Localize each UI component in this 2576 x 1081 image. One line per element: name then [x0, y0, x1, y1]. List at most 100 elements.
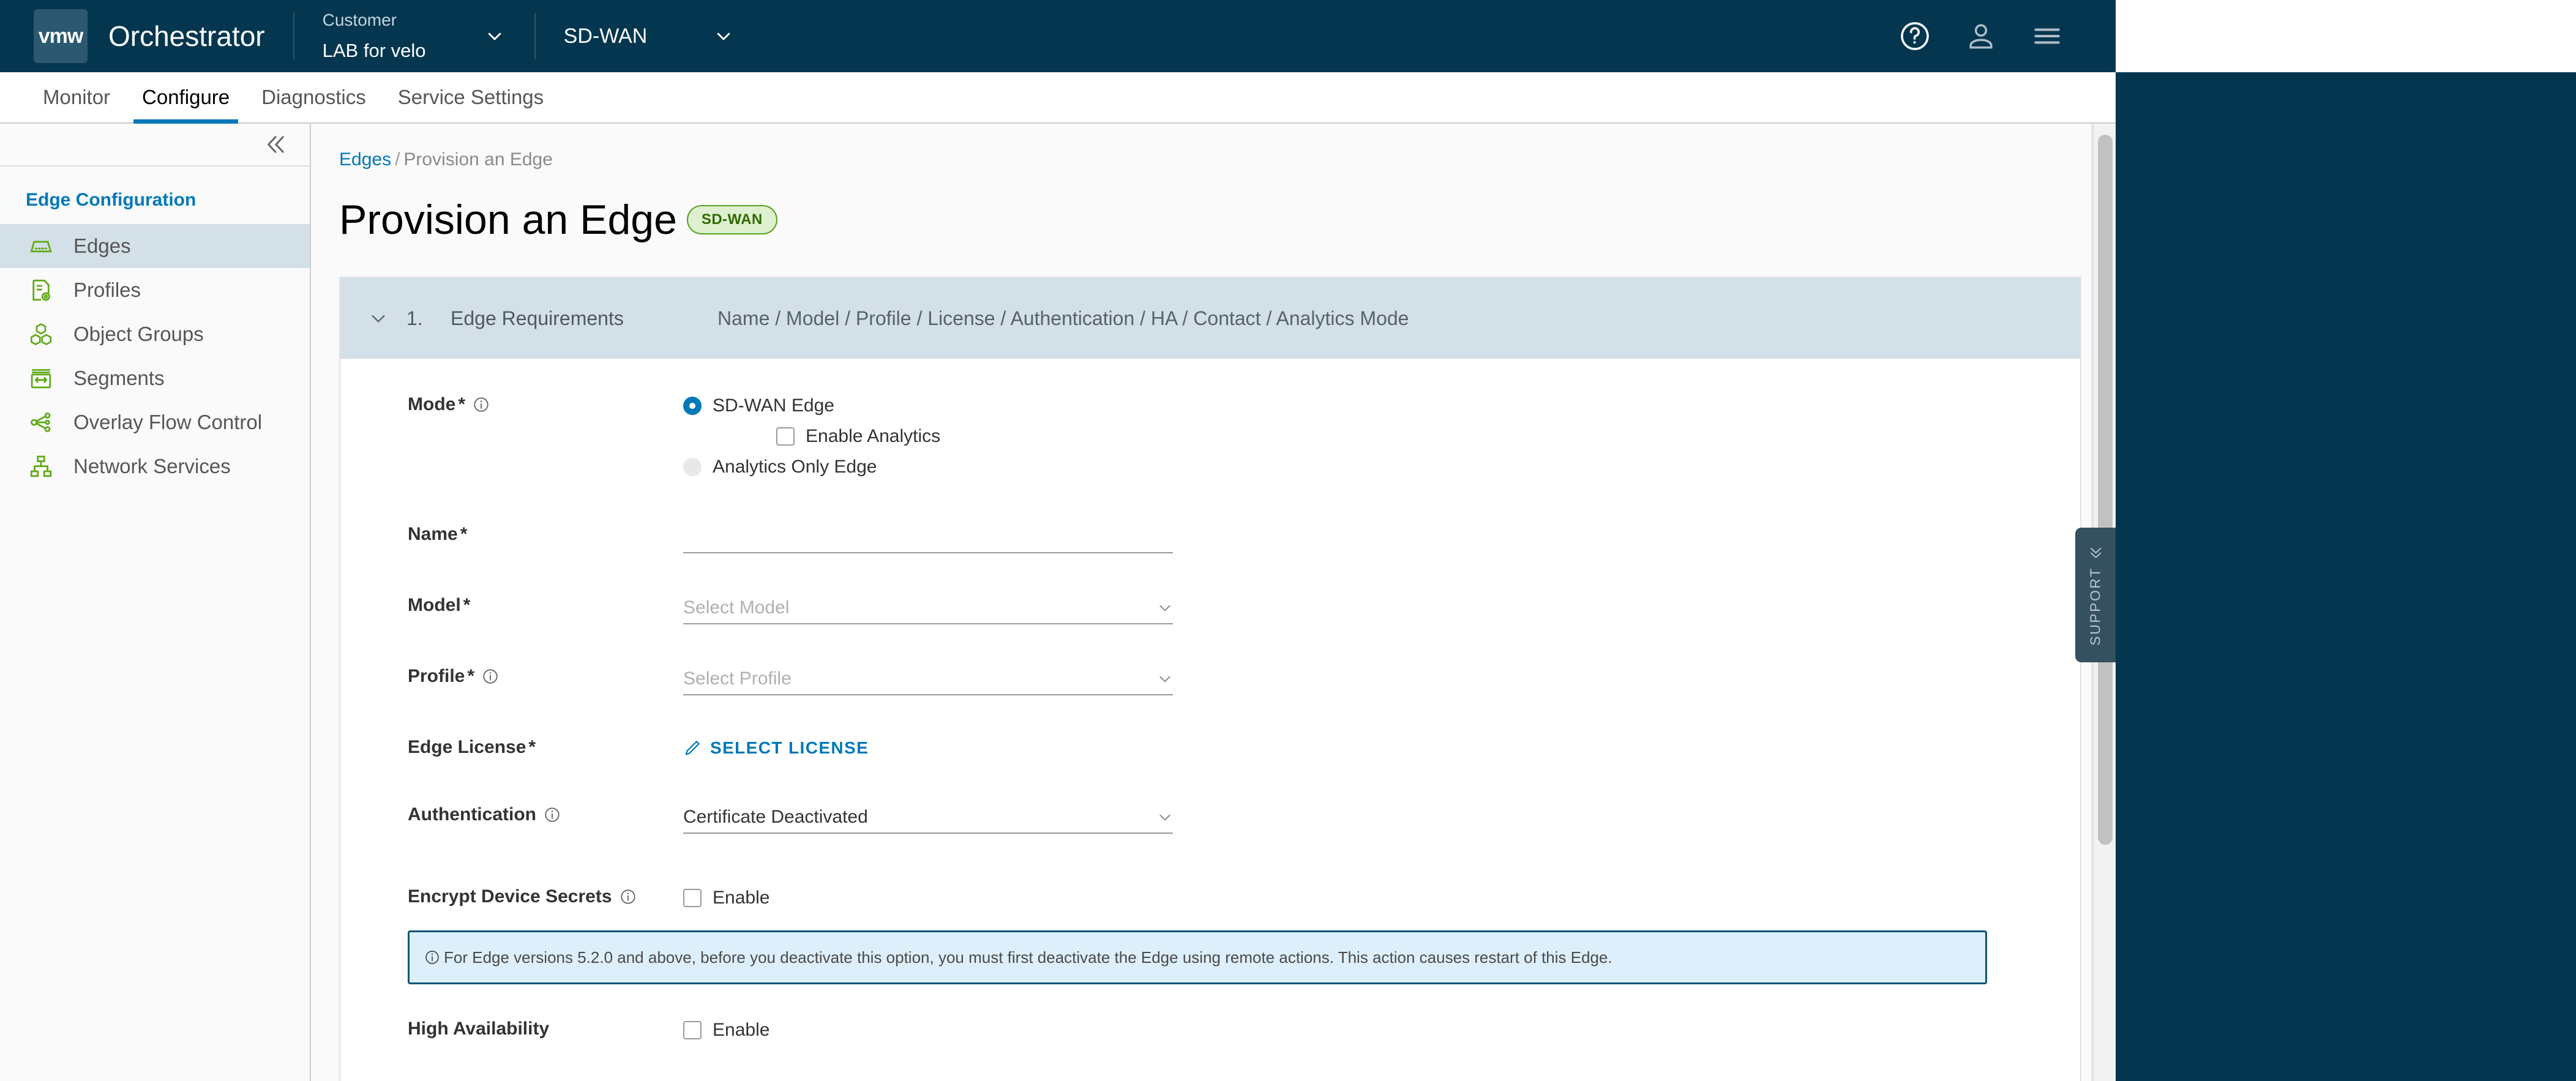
- model-select[interactable]: Select Model: [683, 591, 1173, 624]
- tab-monitor[interactable]: Monitor: [27, 72, 126, 122]
- tab-configure-label: Configure: [142, 86, 230, 108]
- desktop-background-right: [2116, 72, 2576, 1081]
- left-sidebar: Edge Configuration Edges Profiles Object…: [0, 124, 311, 1081]
- section-header[interactable]: 1. Edge Requirements Name / Model / Prof…: [340, 278, 2080, 359]
- sidebar-item-label: Edges: [73, 234, 131, 257]
- radio-sdwan-edge-label: SD-WAN Edge: [713, 395, 834, 416]
- browser-window: vmw Orchestrator Customer LAB for velo S…: [0, 0, 2116, 1081]
- field-row-encrypt-device-secrets: Encrypt Device Secrets Enable: [340, 883, 2080, 913]
- field-row-name: Name *: [340, 520, 2080, 553]
- info-circle-icon[interactable]: [473, 396, 490, 413]
- header-actions: [1882, 0, 2116, 72]
- authentication-label-text: Authentication: [408, 804, 536, 825]
- sidebar-item-segments[interactable]: Segments: [0, 356, 310, 400]
- model-label: Model *: [408, 591, 683, 616]
- main-content: Edges / Provision an Edge Provision an Edg…: [311, 124, 2116, 1081]
- sidebar-item-label: Segments: [73, 367, 165, 389]
- tab-configure[interactable]: Configure: [126, 72, 245, 124]
- sidebar-title: Edge Configuration: [26, 190, 197, 210]
- breadcrumb-separator: /: [395, 149, 400, 170]
- tab-diagnostics-label: Diagnostics: [261, 86, 366, 108]
- chevron-down-icon: [1157, 809, 1173, 828]
- authentication-select[interactable]: Certificate Deactivated: [683, 801, 1173, 834]
- info-alert: For Edge versions 5.2.0 and above, befor…: [408, 930, 1987, 984]
- sidebar-item-edges[interactable]: Edges: [0, 224, 310, 268]
- section-body: Mode * SD-WAN Edge Enable Analytics Anal…: [340, 359, 2080, 1081]
- checkbox-high-availability-control[interactable]: [683, 1021, 702, 1039]
- edge-requirements-card: 1. Edge Requirements Name / Model / Prof…: [339, 277, 2081, 1081]
- chevron-down-icon: [1157, 600, 1173, 618]
- name-input[interactable]: [683, 520, 1173, 553]
- model-select-value: Select Model: [683, 597, 790, 618]
- radio-analytics-only-edge[interactable]: Analytics Only Edge: [683, 452, 2080, 482]
- main-nav-tabs: Monitor Configure Diagnostics Service Se…: [0, 72, 2116, 124]
- authentication-label: Authentication: [408, 801, 683, 825]
- select-license-button[interactable]: SELECT LICENSE: [683, 733, 2080, 763]
- brand-block: vmw Orchestrator: [34, 9, 265, 63]
- sidebar-item-object-groups[interactable]: Object Groups: [0, 312, 310, 356]
- vmware-logo: vmw: [34, 9, 88, 63]
- field-row-mode: Mode * SD-WAN Edge Enable Analytics Anal…: [340, 391, 2080, 482]
- header-divider-1: [293, 13, 294, 59]
- radio-analytics-only-edge-control[interactable]: [683, 458, 702, 476]
- breadcrumb-link-edges[interactable]: Edges: [339, 149, 391, 170]
- customer-selector[interactable]: Customer LAB for velo: [323, 7, 506, 65]
- checkbox-enable-analytics[interactable]: Enable Analytics: [776, 421, 2080, 452]
- tab-monitor-label: Monitor: [43, 86, 111, 108]
- select-license-label: SELECT LICENSE: [710, 738, 869, 757]
- profile-label-text: Profile: [408, 666, 465, 686]
- section-number: 1.: [406, 307, 423, 329]
- pencil-icon: [683, 739, 702, 757]
- checkbox-encrypt-device-secrets-control[interactable]: [683, 889, 702, 907]
- info-circle-icon[interactable]: [544, 806, 561, 823]
- profile-label: Profile *: [408, 662, 683, 687]
- status-badge: SD-WAN: [686, 205, 777, 234]
- tab-service-settings[interactable]: Service Settings: [382, 72, 560, 122]
- help-circle-icon[interactable]: [1882, 0, 1948, 72]
- desktop-background-top: [2116, 0, 2576, 72]
- scope-selector[interactable]: SD-WAN: [564, 24, 735, 48]
- sidebar-collapse-row: [0, 124, 310, 166]
- checkbox-enable-analytics-control[interactable]: [776, 427, 795, 446]
- sidebar-item-network-services[interactable]: Network Services: [0, 444, 310, 488]
- chevron-down-icon[interactable]: [369, 309, 392, 328]
- tab-service-settings-label: Service Settings: [397, 86, 544, 108]
- user-icon[interactable]: [1948, 0, 2014, 72]
- profile-required-marker: *: [467, 666, 475, 686]
- info-circle-icon[interactable]: [482, 668, 499, 685]
- double-chevron-left-icon[interactable]: [262, 131, 289, 158]
- object-groups-icon: [27, 320, 55, 348]
- checkbox-high-availability[interactable]: Enable: [683, 1015, 2080, 1045]
- high-availability-label: High Availability: [408, 1015, 683, 1039]
- network-services-icon: [27, 452, 55, 481]
- customer-selector-value: LAB for velo: [322, 39, 426, 61]
- name-label-text: Name: [408, 524, 458, 544]
- product-name: Orchestrator: [108, 20, 265, 52]
- checkbox-enable-analytics-label: Enable Analytics: [806, 426, 941, 446]
- hamburger-menu-icon[interactable]: [2014, 0, 2080, 72]
- page-body: Edge Configuration Edges Profiles Object…: [0, 124, 2116, 1081]
- breadcrumb: Edges / Provision an Edge: [311, 124, 2116, 170]
- double-chevron-left-icon: [2087, 545, 2103, 561]
- radio-sdwan-edge-control[interactable]: [683, 397, 702, 415]
- edge-license-label: Edge License *: [408, 733, 683, 758]
- edge-license-label-text: Edge License: [408, 737, 526, 757]
- sidebar-item-profiles[interactable]: Profiles: [0, 268, 310, 312]
- profile-select[interactable]: Select Profile: [683, 662, 1173, 695]
- support-tab[interactable]: SUPPORT: [2075, 528, 2116, 662]
- vertical-scrollbar-thumb[interactable]: [2098, 135, 2113, 845]
- page-title-row: Provision an Edge SD-WAN: [311, 170, 2116, 244]
- sidebar-item-label: Overlay Flow Control: [73, 411, 263, 433]
- tab-diagnostics[interactable]: Diagnostics: [245, 72, 382, 122]
- field-row-authentication: Authentication Certificate Deactivated: [340, 801, 2080, 834]
- breadcrumb-current: Provision an Edge: [403, 149, 553, 170]
- chevron-down-icon: [485, 27, 504, 45]
- radio-sdwan-edge[interactable]: SD-WAN Edge: [683, 391, 2080, 421]
- profile-document-icon: [27, 276, 55, 304]
- info-circle-icon[interactable]: [620, 888, 637, 905]
- profile-select-value: Select Profile: [683, 668, 792, 689]
- checkbox-encrypt-device-secrets[interactable]: Enable: [683, 883, 2080, 913]
- sidebar-item-overlay-flow-control[interactable]: Overlay Flow Control: [0, 400, 310, 444]
- model-label-text: Model: [408, 595, 461, 615]
- field-row-edge-license: Edge License * SELECT LICENSE: [340, 733, 2080, 763]
